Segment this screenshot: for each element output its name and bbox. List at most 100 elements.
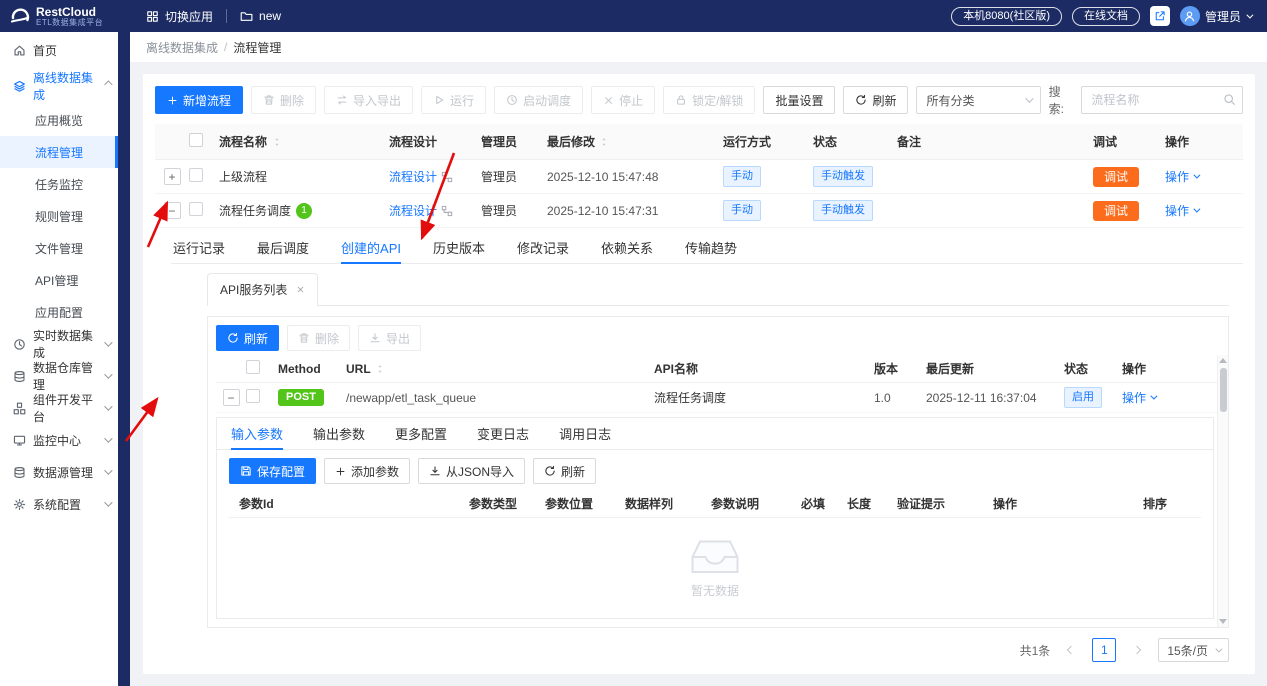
api-row-expand-toggle[interactable]: − [222, 389, 240, 406]
column-header-run-mode: 运行方式 [723, 133, 813, 150]
sidebar-item-app-config[interactable]: 应用配置 [0, 296, 118, 328]
next-page-button[interactable] [1125, 638, 1149, 662]
sidebar-item-api-management[interactable]: API管理 [0, 264, 118, 296]
sidebar-item-flow-management[interactable]: 流程管理 [0, 136, 118, 168]
delete-flow-button[interactable]: 删除 [251, 86, 317, 114]
switch-app-button[interactable]: 切换应用 [146, 8, 213, 25]
avatar [1179, 6, 1200, 26]
flow-design-link[interactable]: 流程设计 [389, 202, 437, 219]
sidebar-item-home[interactable]: 首页 [0, 32, 118, 68]
flow-design-icon [441, 205, 453, 217]
sidebar-item-app-overview[interactable]: 应用概览 [0, 104, 118, 136]
lock-unlock-button[interactable]: 锁定/解锁 [663, 86, 756, 114]
sidebar-item-file-management[interactable]: 文件管理 [0, 232, 118, 264]
close-icon[interactable] [296, 285, 305, 294]
play-icon [433, 94, 445, 106]
tab-input-params[interactable]: 输入参数 [231, 418, 284, 450]
row-checkbox[interactable] [189, 168, 203, 182]
tab-change-records[interactable]: 修改记录 [517, 232, 569, 263]
sidebar-item-label: 首页 [33, 43, 58, 58]
online-docs-button[interactable]: 在线文档 [1071, 6, 1140, 26]
import-json-button[interactable]: 从JSON导入 [418, 458, 526, 484]
new-flow-button[interactable]: 新增流程 [155, 86, 244, 114]
tab-dependencies[interactable]: 依赖关系 [601, 232, 653, 263]
page-size-select[interactable]: 15条/页 [1158, 638, 1229, 662]
row-expand-toggle[interactable]: + [163, 168, 181, 185]
tab-history-versions[interactable]: 历史版本 [433, 232, 485, 263]
plus-icon [335, 466, 346, 477]
save-config-button[interactable]: 保存配置 [229, 458, 317, 484]
user-menu[interactable]: 管理员 [1179, 6, 1254, 26]
api-refresh-button[interactable]: 刷新 [216, 325, 280, 351]
scroll-up-arrow[interactable] [1219, 358, 1227, 363]
tab-more-config[interactable]: 更多配置 [395, 418, 447, 449]
sidebar-item-monitor-center[interactable]: 监控中心 [0, 424, 118, 456]
debug-button[interactable]: 调试 [1093, 166, 1140, 187]
category-filter-select[interactable]: 所有分类 [916, 86, 1041, 114]
api-action-dropdown[interactable]: 操作 [1122, 389, 1158, 406]
datasource-icon [13, 466, 26, 479]
sidebar-item-rule-management[interactable]: 规则管理 [0, 200, 118, 232]
sidebar-item-realtime-integration[interactable]: 实时数据集成 [0, 328, 118, 360]
tab-transfer-trend[interactable]: 传输趋势 [685, 232, 737, 263]
column-header-url: URL [346, 362, 636, 376]
column-header-param-id: 参数Id [239, 497, 274, 511]
logo-text: RestCloud ETL数据集成平台 [36, 6, 103, 27]
lock-icon [675, 94, 687, 106]
row-action-dropdown[interactable]: 操作 [1165, 202, 1201, 219]
api-delete-button[interactable]: 删除 [287, 325, 351, 351]
debug-button[interactable]: 调试 [1093, 200, 1140, 221]
sidebar-item-label: 数据源管理 [33, 465, 94, 480]
search-label: 搜索: [1048, 85, 1065, 116]
flow-table-header: 流程名称 流程设计 管理员 最后修改 运行方式 状态 备注 调试 操作 [155, 124, 1243, 160]
sidebar-item-offline-integration[interactable]: 离线数据集成 [0, 68, 118, 104]
api-service-list-tab[interactable]: API服务列表 [207, 273, 319, 306]
sidebar-item-task-monitor[interactable]: 任务监控 [0, 168, 118, 200]
host-badge[interactable]: 本机8080(社区版) [951, 6, 1062, 26]
sort-icon[interactable] [375, 364, 385, 374]
sidebar-item-warehouse-management[interactable]: 数据仓库管理 [0, 360, 118, 392]
column-header-action: 操作 [1165, 133, 1243, 150]
scrollbar-thumb[interactable] [1219, 368, 1227, 412]
stop-flow-button[interactable]: 停止 [591, 86, 656, 114]
flow-search-input[interactable] [1081, 86, 1243, 114]
switch-app-label: 切换应用 [165, 9, 214, 24]
breadcrumb-parent[interactable]: 离线数据集成 [146, 39, 218, 56]
tab-run-records[interactable]: 运行记录 [173, 232, 225, 263]
sidebar-item-component-platform[interactable]: 组件开发平台 [0, 392, 118, 424]
sidebar-item-datasource-management[interactable]: 数据源管理 [0, 456, 118, 488]
page-number-button[interactable]: 1 [1092, 638, 1117, 662]
tab-created-api[interactable]: 创建的API [341, 232, 401, 264]
import-export-button[interactable]: 导入导出 [324, 86, 414, 114]
tab-change-log[interactable]: 变更日志 [477, 418, 529, 449]
api-export-button[interactable]: 导出 [358, 325, 422, 351]
tab-call-log[interactable]: 调用日志 [559, 418, 611, 449]
refresh-flows-button[interactable]: 刷新 [843, 86, 909, 114]
tab-last-schedule[interactable]: 最后调度 [257, 232, 309, 263]
tab-output-params[interactable]: 输出参数 [313, 418, 365, 449]
api-count-badge: 1 [296, 202, 313, 219]
row-expand-toggle[interactable]: − [163, 202, 181, 219]
status-tag: 手动触发 [813, 166, 873, 187]
batch-settings-button[interactable]: 批量设置 [763, 86, 836, 114]
refresh-icon [227, 332, 239, 344]
sort-icon[interactable] [599, 137, 609, 147]
param-refresh-button[interactable]: 刷新 [533, 458, 597, 484]
workspace-button[interactable]: new [240, 9, 281, 23]
select-all-checkbox[interactable] [189, 133, 203, 147]
quick-launch-button[interactable] [1149, 6, 1170, 26]
flow-design-link[interactable]: 流程设计 [389, 168, 437, 185]
prev-page-button[interactable] [1059, 638, 1083, 662]
api-select-all-checkbox[interactable] [246, 360, 260, 374]
row-checkbox[interactable] [189, 202, 203, 216]
scroll-down-arrow[interactable] [1219, 619, 1227, 624]
run-flow-button[interactable]: 运行 [421, 86, 487, 114]
start-schedule-button[interactable]: 启动调度 [494, 86, 584, 114]
add-parameter-button[interactable]: 添加参数 [324, 458, 411, 484]
api-row-checkbox[interactable] [246, 389, 260, 403]
sidebar-item-system-config[interactable]: 系统配置 [0, 488, 118, 520]
sort-icon[interactable] [272, 137, 282, 147]
column-header-operation: 操作 [993, 497, 1018, 511]
row-action-dropdown[interactable]: 操作 [1165, 168, 1201, 185]
column-header-param-position: 参数位置 [545, 497, 594, 511]
